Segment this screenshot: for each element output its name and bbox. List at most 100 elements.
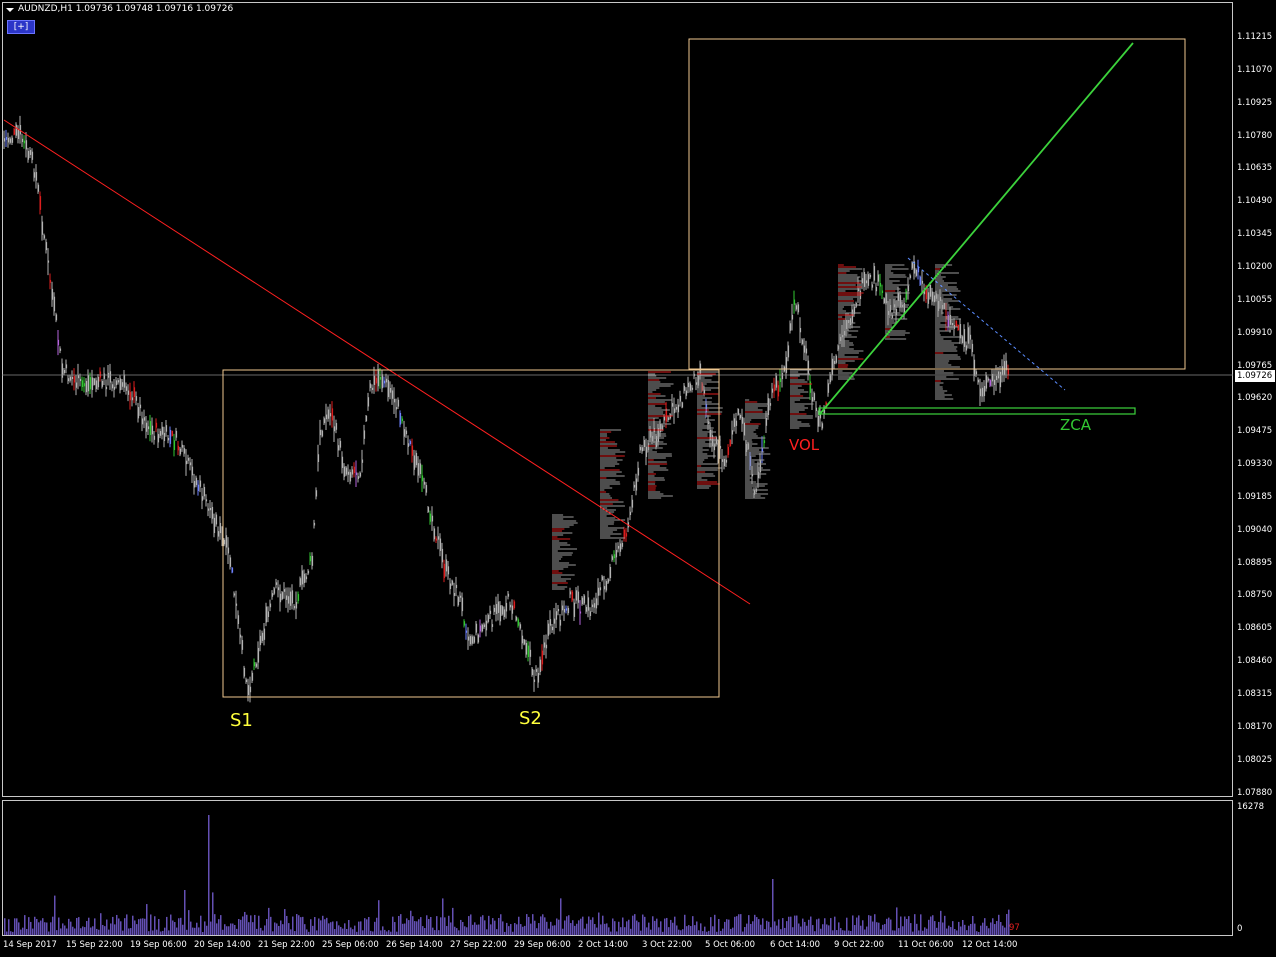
candle-body — [553, 618, 556, 624]
volume-bar — [522, 926, 524, 935]
candle-body — [491, 624, 494, 627]
candle-body — [987, 378, 990, 381]
candle-body — [91, 377, 94, 391]
candle-body — [827, 383, 830, 393]
volume-bar — [504, 931, 506, 935]
volume-bar — [612, 918, 614, 935]
candle-body — [915, 269, 918, 276]
volume-bar — [12, 931, 14, 935]
time-tick-label: 26 Sep 14:00 — [386, 940, 443, 950]
volume-bar — [634, 914, 636, 935]
candle-body — [125, 386, 128, 391]
candle-body — [157, 434, 160, 443]
volume-bar — [542, 914, 544, 935]
volume-bar — [462, 921, 464, 935]
volume-bar — [916, 923, 918, 935]
candle-body — [319, 429, 322, 436]
candle-body — [301, 570, 304, 585]
volume-bar — [62, 923, 64, 935]
chart-menu-arrow-icon[interactable] — [6, 8, 14, 12]
candle-body — [733, 418, 736, 427]
volume-bar — [326, 917, 328, 935]
volume-bar — [234, 924, 236, 935]
candle-body — [79, 378, 82, 382]
time-tick-label: 3 Oct 22:00 — [642, 940, 693, 950]
volume-bar — [282, 924, 284, 935]
volume-bar — [764, 929, 766, 935]
candle-body — [781, 373, 784, 380]
candle-body — [165, 425, 168, 432]
volume-bar — [960, 926, 962, 935]
volume-bar — [934, 921, 936, 935]
candle-body — [625, 533, 628, 537]
candle-body — [629, 511, 632, 515]
volume-bar — [566, 916, 568, 935]
volume-bar — [64, 925, 66, 935]
volume-bar — [124, 918, 126, 935]
candle-body — [809, 381, 812, 393]
volume-bar — [60, 928, 62, 935]
candle-body — [813, 393, 816, 401]
volume-bar — [638, 922, 640, 935]
candle-body — [293, 605, 296, 609]
volume-bar — [166, 916, 168, 935]
volume-bar — [102, 924, 104, 935]
candle-body — [811, 397, 814, 402]
volume-bar — [452, 907, 454, 935]
candle-body — [275, 582, 278, 585]
volume-bar — [724, 921, 726, 935]
expand-button[interactable]: [+] — [7, 20, 35, 34]
candle-body — [935, 293, 938, 299]
volume-bar — [138, 919, 140, 935]
candle-body — [117, 380, 120, 383]
volume-bar — [698, 930, 700, 935]
price-tick-label: 1.10925 — [1237, 97, 1273, 108]
volume-bar — [760, 924, 762, 935]
volume-bar — [628, 919, 630, 935]
volume-bar — [10, 931, 12, 935]
volume-bar — [344, 923, 346, 935]
candle-body — [989, 380, 992, 386]
volume-bar — [540, 916, 542, 935]
volume-bar — [140, 918, 142, 935]
volume-bar — [868, 915, 870, 935]
volume-bar — [212, 892, 214, 935]
time-tick-label: 19 Sep 06:00 — [130, 940, 187, 950]
candle-body — [391, 390, 394, 399]
volume-bar — [748, 915, 750, 935]
volume-bar — [936, 927, 938, 935]
candle-body — [895, 308, 898, 316]
candle-body — [597, 587, 600, 596]
volume-bar — [42, 918, 44, 935]
volume-bar — [1006, 913, 1008, 935]
volume-bar — [128, 928, 130, 935]
volume-bar — [118, 918, 120, 935]
volume-bar — [990, 922, 992, 935]
candle-body — [409, 441, 412, 445]
candle-body — [401, 418, 404, 422]
volume-bar — [758, 919, 760, 935]
candle-body — [927, 292, 930, 304]
candle-body — [595, 598, 598, 609]
volume-bar — [442, 898, 444, 935]
volume-bar — [878, 922, 880, 935]
candle-body — [247, 685, 250, 696]
candle-body — [527, 645, 530, 657]
candle-body — [237, 615, 240, 625]
volume-bar — [908, 916, 910, 935]
volume-bar — [52, 916, 54, 935]
price-tick-label: 1.10635 — [1237, 163, 1273, 174]
candle-body — [111, 384, 114, 389]
time-tick-label: 2 Oct 14:00 — [578, 940, 629, 950]
volume-bar — [674, 916, 676, 935]
volume-bar — [184, 890, 186, 935]
volume-bar — [78, 917, 80, 935]
volume-bar — [100, 913, 102, 935]
volume-bar — [694, 925, 696, 935]
candle-body — [171, 430, 174, 437]
volume-bar — [560, 898, 562, 935]
volume-bar — [824, 918, 826, 935]
volume-bar — [314, 917, 316, 935]
candle-body — [345, 467, 348, 475]
candle-body — [549, 619, 552, 626]
